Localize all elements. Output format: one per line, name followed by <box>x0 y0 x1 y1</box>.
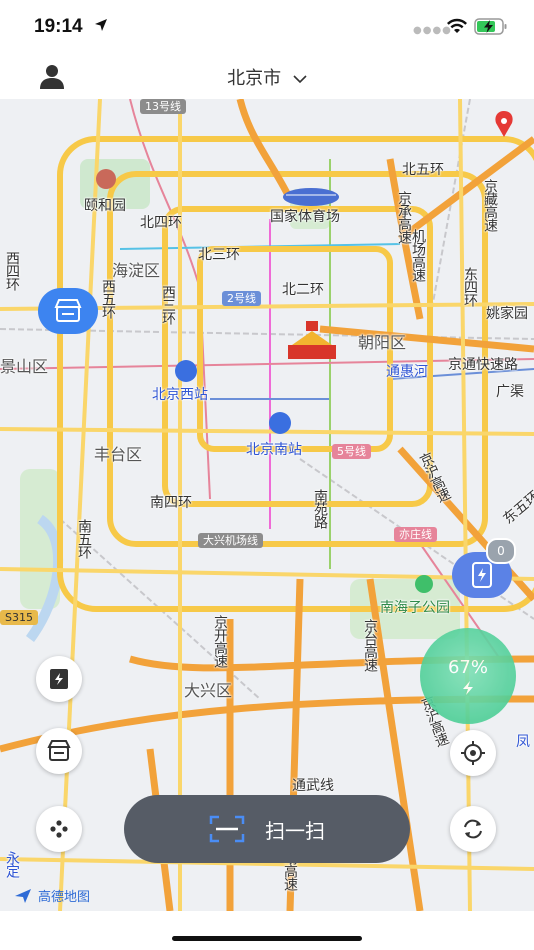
map-roads <box>0 99 534 911</box>
amap-logo-icon <box>15 888 31 903</box>
store-filter-button[interactable] <box>36 728 82 774</box>
refresh-icon <box>464 819 482 839</box>
map-label-line13: 13号线 <box>140 99 186 114</box>
map-label-guojiatiyuchang: 国家体育场 <box>270 209 340 225</box>
lightning-icon <box>463 680 473 695</box>
map-label-tongwuxian: 通武线 <box>292 778 334 794</box>
status-time: 19:14 <box>34 16 83 37</box>
map-label-beierhuan: 北二环 <box>282 282 324 298</box>
chevron-down-icon <box>293 75 307 84</box>
map-label-daxingqu: 大兴区 <box>184 681 233 700</box>
store-map-pin[interactable] <box>38 288 98 334</box>
map-label-beijingnanzhan: 北京南站 <box>246 442 302 458</box>
dots-cluster-icon <box>50 820 68 838</box>
map-label-line2: 2号线 <box>222 291 261 306</box>
map-label-dongsihuan: 东四环 <box>462 267 478 306</box>
map-label-haidianqu: 海淀区 <box>112 261 161 280</box>
crosshair-icon <box>461 741 485 765</box>
map-label-yizhuangxian: 亦庄线 <box>394 527 437 542</box>
map-label-jingtaigaosu: 京台高速 <box>362 619 378 671</box>
battery-cabinet-icon <box>50 669 68 689</box>
home-indicator-area <box>0 911 534 950</box>
map-label-nansihuan: 南四环 <box>150 495 192 511</box>
map-label-xiwuhuan: 西五环 <box>100 279 116 318</box>
charging-station-pin[interactable]: 0 <box>452 538 516 598</box>
map-label-chaoyangqu: 朝阳区 <box>358 333 407 352</box>
map-label-yongding: 永定 <box>4 851 20 877</box>
map-label-feng: 凤 <box>516 734 530 750</box>
charging-station-count-badge: 0 <box>486 538 516 564</box>
map-label-xisihuan: 西四环 <box>4 251 20 290</box>
map-label-nanyuanlu: 南苑路 <box>312 489 328 528</box>
store-icon <box>54 299 82 322</box>
map-view[interactable]: 13号线 颐和园 北四环 国家体育场 北五环 京承高速 京藏高速 海淀区 北三环… <box>0 99 534 911</box>
battery-level-indicator[interactable]: 67% <box>420 628 516 724</box>
map-label-xisanhuan: 西三环 <box>160 285 176 324</box>
battery-charging-icon <box>474 18 507 35</box>
location-arrow-icon <box>95 19 107 31</box>
map-label-jichanggaosu: 机场高速 <box>410 229 426 281</box>
scan-button[interactable]: 扫一扫 <box>124 795 410 863</box>
map-label-beiwuhuan: 北五环 <box>402 162 444 178</box>
wifi-icon <box>447 18 467 33</box>
map-label-jingkaigaosu: 京开高速 <box>212 615 228 667</box>
map-label-daxingjichangxian: 大兴机场线 <box>198 533 263 548</box>
city-selector[interactable]: 北京市 <box>0 64 534 90</box>
map-label-yiheyuan: 颐和园 <box>84 198 126 214</box>
map-label-nanhaizigongyuan: 南海子公园 <box>380 600 450 616</box>
battery-level-text: 67% <box>447 656 488 678</box>
map-label-nanwuhuan: 南五环 <box>76 519 92 558</box>
map-label-tonghuihe: 通惠河 <box>386 364 428 380</box>
status-bar: 19:14 ●●●● <box>0 0 534 56</box>
battery-swap-cabinet-button[interactable] <box>36 656 82 702</box>
charging-station-icon <box>472 562 492 588</box>
map-label-jingshanqu: 景山区 <box>0 357 49 376</box>
store-icon <box>47 740 71 761</box>
map-label-fengtaiqu: 丰台区 <box>94 445 143 464</box>
map-label-yaojiayuan: 姚家园 <box>486 306 528 322</box>
home-indicator[interactable] <box>172 936 362 941</box>
more-options-button[interactable] <box>36 806 82 852</box>
map-label-beisanhuan: 北三环 <box>198 247 240 263</box>
top-bar: 北京市 <box>0 56 534 99</box>
map-label-jingzanggaosu: 京藏高速 <box>482 179 498 231</box>
map-provider-logo: 高德地图 <box>14 886 90 905</box>
map-label-s315: S315 <box>0 610 38 625</box>
scan-button-label: 扫一扫 <box>265 818 325 843</box>
scan-icon <box>209 815 245 843</box>
map-label-jingtongkuaisulu: 京通快速路 <box>448 357 518 373</box>
map-label-guangqu: 广渠 <box>496 384 524 400</box>
refresh-button[interactable] <box>450 806 496 852</box>
map-provider-name: 高德地图 <box>38 890 91 905</box>
map-label-line5: 5号线 <box>332 444 371 459</box>
locate-me-button[interactable] <box>450 730 496 776</box>
map-label-beijingxizhan: 北京西站 <box>152 387 208 403</box>
city-name: 北京市 <box>227 68 282 89</box>
map-label-beisihuan: 北四环 <box>140 215 182 231</box>
